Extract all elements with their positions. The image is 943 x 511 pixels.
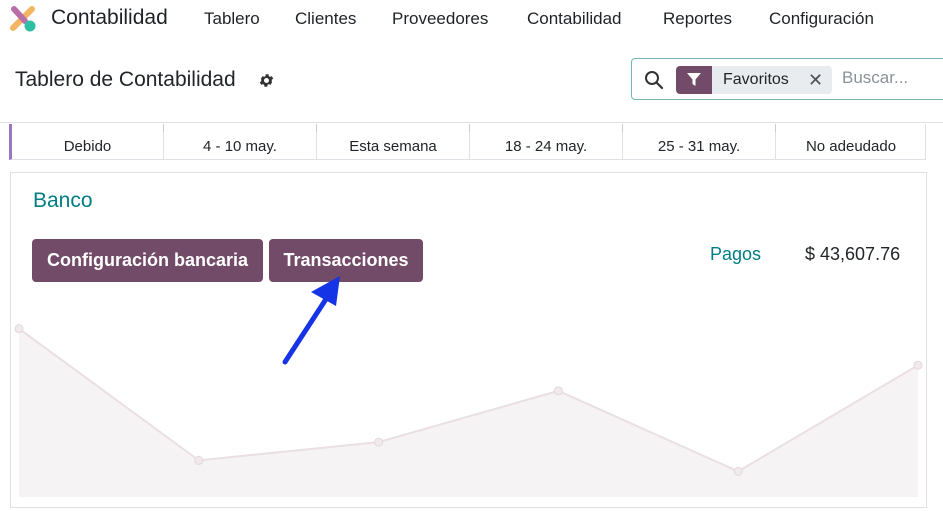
chart-point-1[interactable] bbox=[194, 455, 204, 465]
chart-area bbox=[19, 328, 918, 497]
chart-point-4[interactable] bbox=[733, 466, 743, 476]
bank-balance-chart bbox=[14, 324, 923, 497]
chart-point-0[interactable] bbox=[14, 324, 24, 334]
chart-point-3[interactable] bbox=[553, 386, 563, 396]
chart-point-5[interactable] bbox=[913, 360, 923, 370]
chart-point-2[interactable] bbox=[374, 437, 384, 447]
